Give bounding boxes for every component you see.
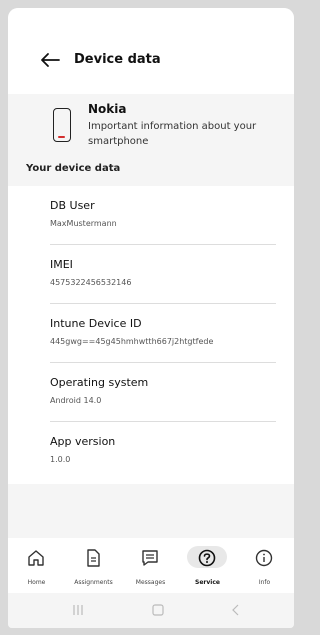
page-title: Device data xyxy=(74,52,161,67)
tab-home[interactable]: Home xyxy=(8,538,65,593)
device-description: Important information about your smartph… xyxy=(88,121,257,147)
tab-label: Service xyxy=(195,579,220,586)
tab-assignments[interactable]: Assignments xyxy=(65,538,122,593)
chat-icon xyxy=(142,550,158,566)
item-value: 1.0.0 xyxy=(50,455,71,464)
item-label: DB User xyxy=(50,199,95,212)
document-icon xyxy=(87,549,100,567)
item-label: IMEI xyxy=(50,258,73,271)
tab-service[interactable]: Service xyxy=(179,538,236,593)
tab-label: Assignments xyxy=(74,579,113,586)
list-item: IMEI 4575322456532146 xyxy=(8,245,294,304)
tab-label: Messages xyxy=(135,579,166,586)
list-item: App version 1.0.0 xyxy=(8,422,294,481)
list-item: Intune Device ID 445gwg==45g45hmhwtth667… xyxy=(8,304,294,363)
smartphone-icon xyxy=(53,108,71,142)
item-label: Operating system xyxy=(50,376,149,389)
device-name: Nokia xyxy=(88,102,127,116)
list-item: Operating system Android 14.0 xyxy=(8,363,294,422)
back-button-icon[interactable] xyxy=(226,603,246,617)
top-app-bar: Device data xyxy=(8,8,294,94)
home-icon xyxy=(28,550,44,566)
home-button-icon[interactable] xyxy=(148,603,168,617)
app-screen: Device data Nokia Important information … xyxy=(8,8,294,628)
tab-label: Home xyxy=(27,579,46,586)
item-value: MaxMustermann xyxy=(50,219,117,228)
device-data-list: DB User MaxMustermann IMEI 4575322456532… xyxy=(8,186,294,484)
back-arrow-icon[interactable] xyxy=(40,52,60,68)
bottom-navigation: Home Assignments Messages Service Info xyxy=(8,538,294,593)
item-value: 4575322456532146 xyxy=(50,278,132,287)
item-label: Intune Device ID xyxy=(50,317,142,330)
tab-messages[interactable]: Messages xyxy=(122,538,179,593)
list-item: DB User MaxMustermann xyxy=(8,186,294,245)
tab-info[interactable]: Info xyxy=(236,538,293,593)
system-navigation-bar xyxy=(8,593,294,628)
item-value: 445gwg==45g45hmhwtth667j2htgtfede xyxy=(50,337,214,346)
help-circle-icon xyxy=(198,549,216,567)
item-value: Android 14.0 xyxy=(50,396,102,405)
tab-label: Info xyxy=(258,579,271,586)
item-label: App version xyxy=(50,435,116,448)
recent-apps-icon[interactable] xyxy=(68,603,88,617)
section-title: Your device data xyxy=(26,163,121,174)
info-icon xyxy=(255,549,273,567)
